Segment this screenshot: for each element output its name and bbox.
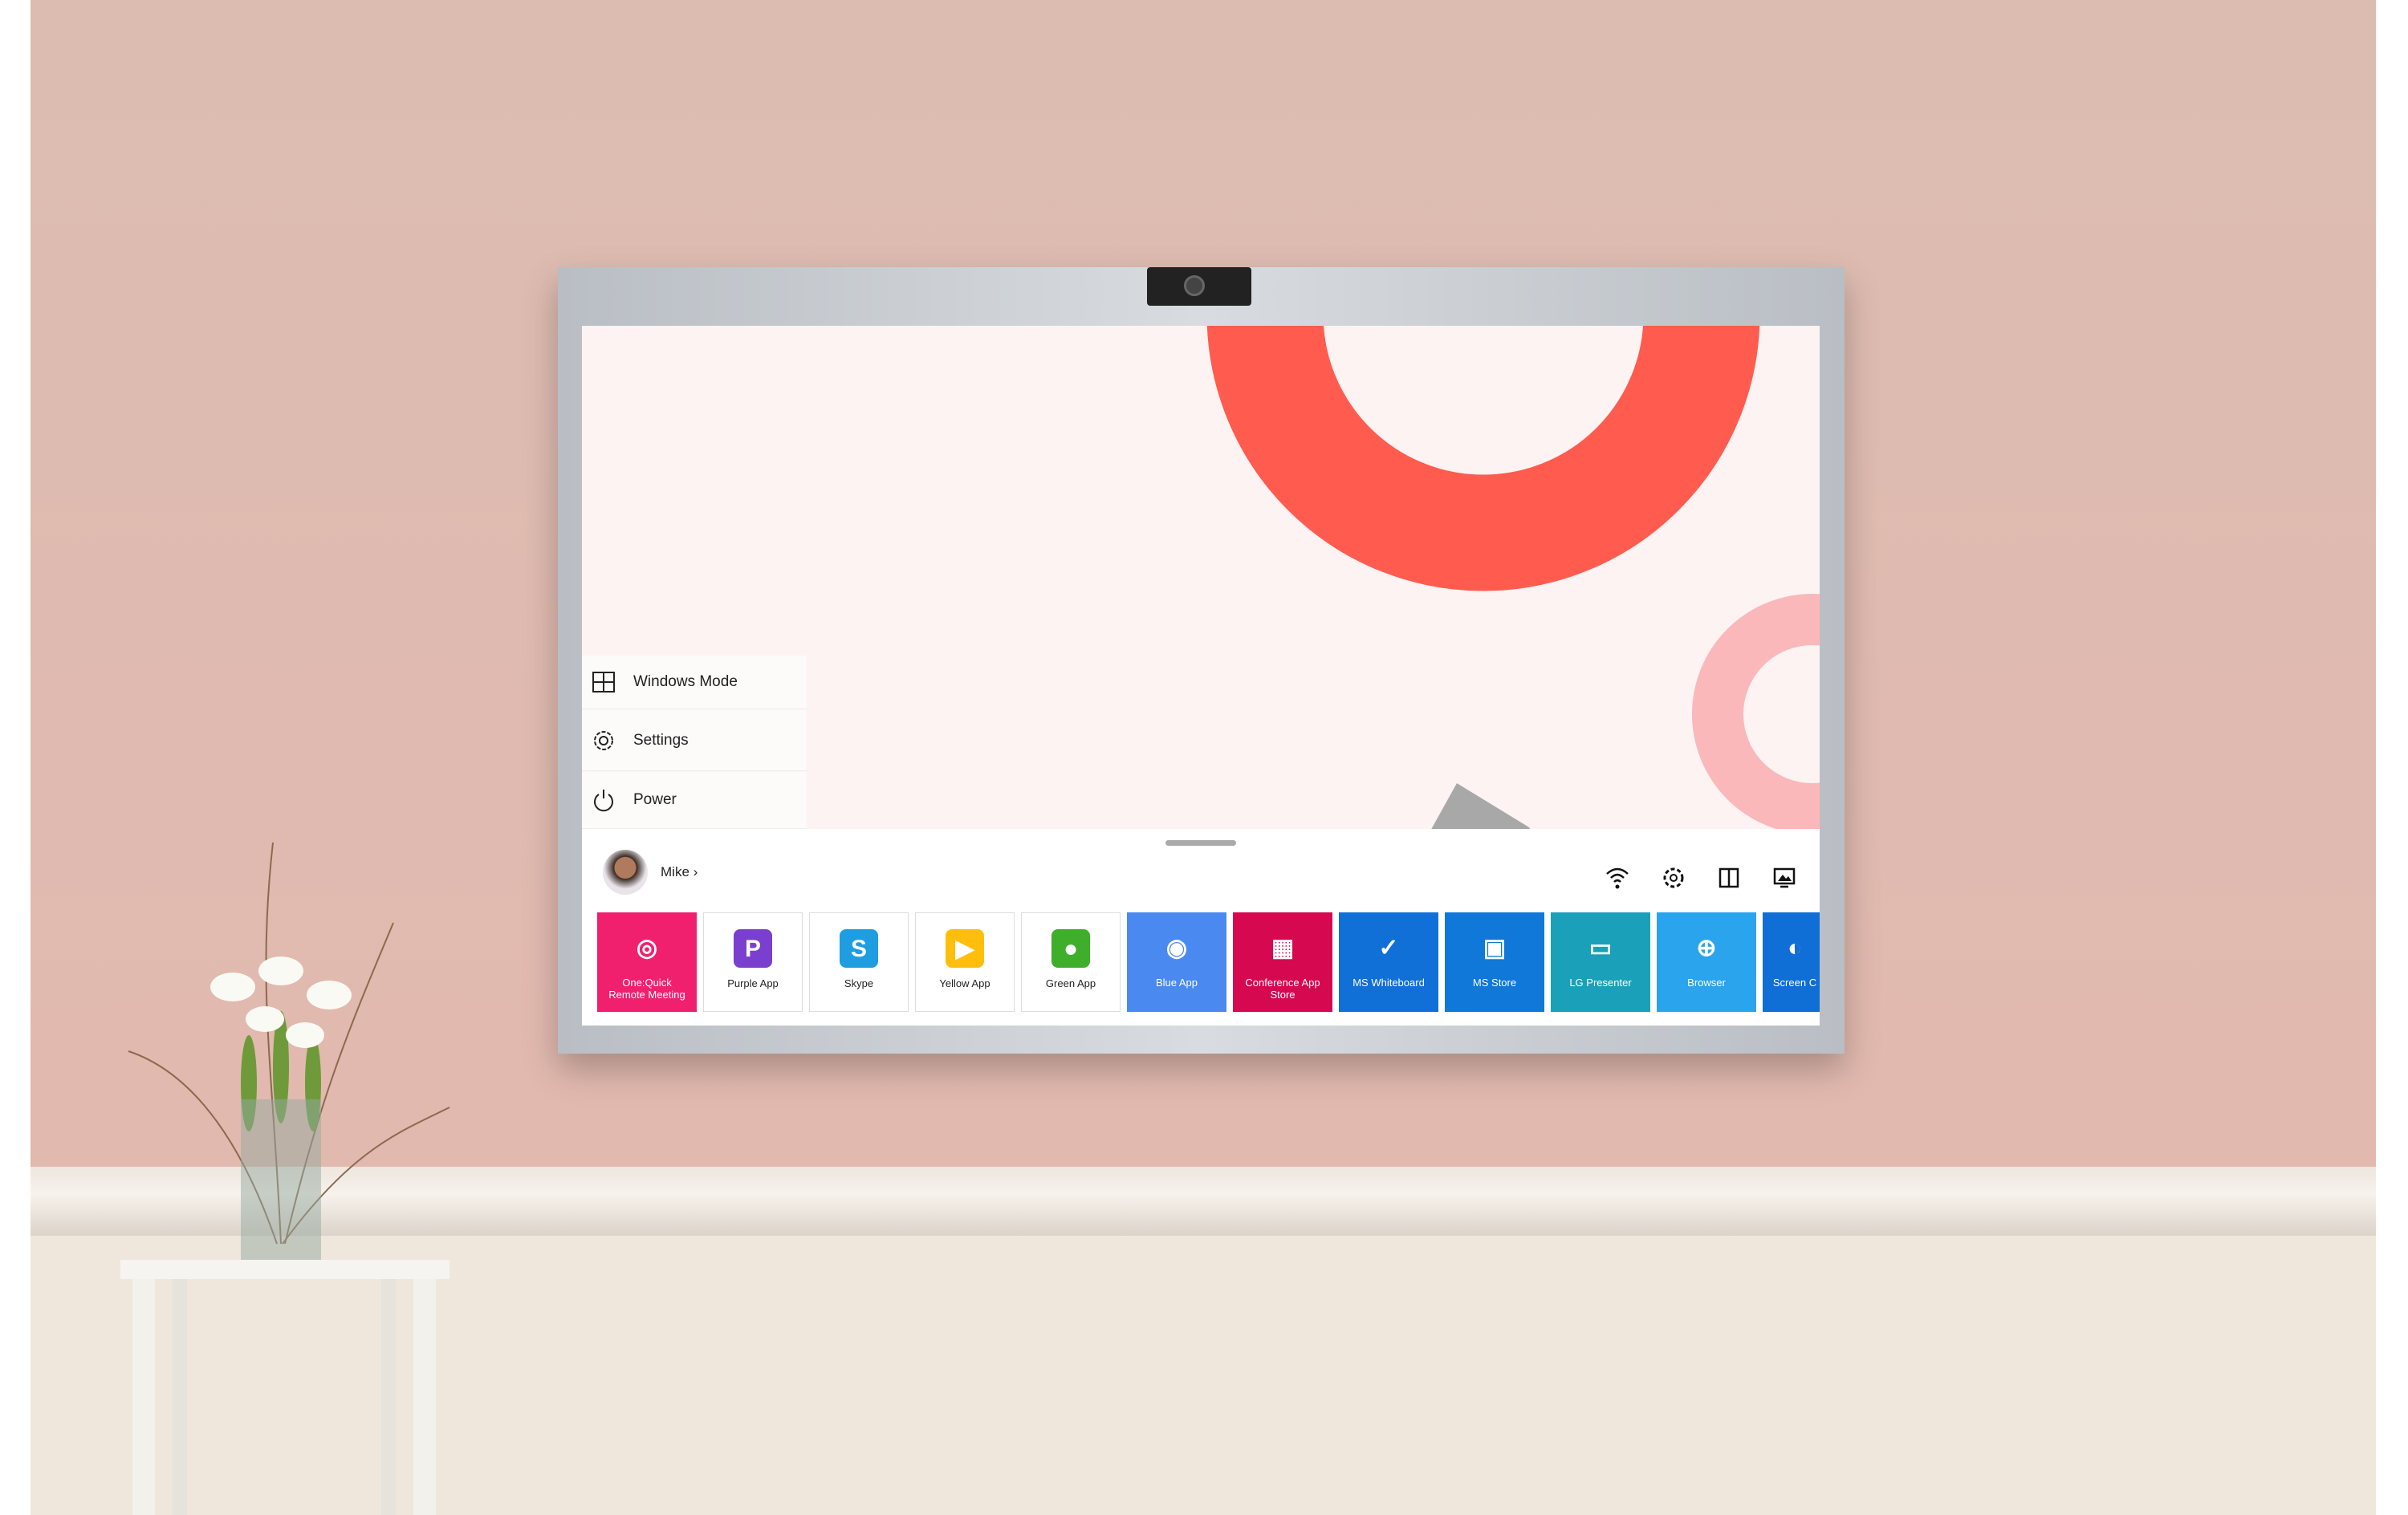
app-icon: ✓ bbox=[1378, 934, 1399, 961]
app-label: Blue App bbox=[1155, 977, 1198, 989]
app-label: Screen C bbox=[1772, 977, 1817, 989]
split-screen-icon[interactable] bbox=[1715, 864, 1743, 892]
app-icon: ◉ bbox=[1165, 934, 1188, 961]
windows-grid-icon bbox=[592, 672, 615, 693]
app-label: MS Whiteboard bbox=[1352, 977, 1425, 989]
app-icon: ⊕ bbox=[1696, 934, 1717, 961]
app-tile-screen-c[interactable]: ◐ Screen C bbox=[1763, 912, 1820, 1012]
app-label: Yellow App bbox=[939, 977, 990, 989]
user-name-button[interactable]: Mike › bbox=[661, 864, 698, 880]
menu-label: Windows Mode bbox=[633, 673, 738, 690]
app-tile-one-quick-remote-meeting[interactable]: ◎ One:Quick Remote Meeting bbox=[597, 912, 697, 1012]
app-icon: ◐ bbox=[1787, 934, 1803, 961]
app-icon: P bbox=[734, 929, 772, 968]
app-tile-blue-app[interactable]: ◉ Blue App bbox=[1127, 912, 1226, 1012]
app-icon: S bbox=[840, 929, 878, 968]
user-name: Mike bbox=[661, 864, 689, 879]
menu-item-settings[interactable]: Settings bbox=[582, 710, 807, 771]
app-label: Purple App bbox=[727, 977, 779, 989]
app-tile-ms-store[interactable]: ▣ MS Store bbox=[1445, 912, 1544, 1012]
gear-icon bbox=[594, 730, 613, 750]
app-label: Browser bbox=[1687, 977, 1726, 989]
menu-label: Power bbox=[633, 791, 677, 808]
settings-cog-icon[interactable] bbox=[1660, 864, 1687, 892]
app-icon: ● bbox=[1051, 929, 1090, 968]
app-icon: ▦ bbox=[1271, 934, 1295, 961]
app-tile-green-app[interactable]: ● Green App bbox=[1021, 912, 1121, 1012]
wifi-icon[interactable] bbox=[1604, 864, 1631, 892]
power-icon bbox=[594, 790, 613, 812]
app-tile-skype[interactable]: S Skype bbox=[809, 912, 909, 1012]
app-label: Skype bbox=[844, 977, 874, 989]
app-icon: ▭ bbox=[1588, 934, 1613, 961]
app-tile-purple-app[interactable]: P Purple App bbox=[703, 912, 803, 1012]
app-label: LG Presenter bbox=[1569, 977, 1632, 989]
app-tile-ms-whiteboard[interactable]: ✓ MS Whiteboard bbox=[1339, 912, 1438, 1012]
menu-item-power[interactable]: Power bbox=[582, 772, 807, 829]
webcam bbox=[1147, 267, 1251, 306]
app-label: MS Store bbox=[1472, 977, 1517, 989]
chevron-right-icon: › bbox=[693, 864, 698, 879]
app-icon: ◎ bbox=[636, 934, 658, 961]
app-label: One:Quick Remote Meeting bbox=[608, 977, 685, 1001]
plant-on-table bbox=[120, 842, 450, 1515]
app-icon: ▣ bbox=[1483, 934, 1507, 961]
launcher-panel: Mike › ◎ One:Quick Remote Meeting P Purple … bbox=[582, 829, 1820, 1026]
menu-item-windows-mode[interactable]: Windows Mode bbox=[582, 656, 807, 709]
app-label: Conference App Store bbox=[1245, 977, 1320, 1001]
menu-label: Settings bbox=[633, 731, 689, 749]
screen: Windows Mode Settings Power Mike › ◎ One:… bbox=[582, 326, 1820, 1026]
app-icon: ▶ bbox=[946, 929, 984, 968]
drag-handle[interactable] bbox=[1165, 840, 1236, 846]
avatar[interactable] bbox=[603, 850, 648, 895]
app-tile-conference-app-store[interactable]: ▦ Conference App Store bbox=[1233, 912, 1332, 1012]
app-tile-yellow-app[interactable]: ▶ Yellow App bbox=[915, 912, 1015, 1012]
app-tile-lg-presenter[interactable]: ▭ LG Presenter bbox=[1551, 912, 1650, 1012]
app-tile-browser[interactable]: ⊕ Browser bbox=[1657, 912, 1756, 1012]
app-label: Green App bbox=[1045, 977, 1096, 989]
screen-share-icon[interactable] bbox=[1771, 864, 1798, 892]
